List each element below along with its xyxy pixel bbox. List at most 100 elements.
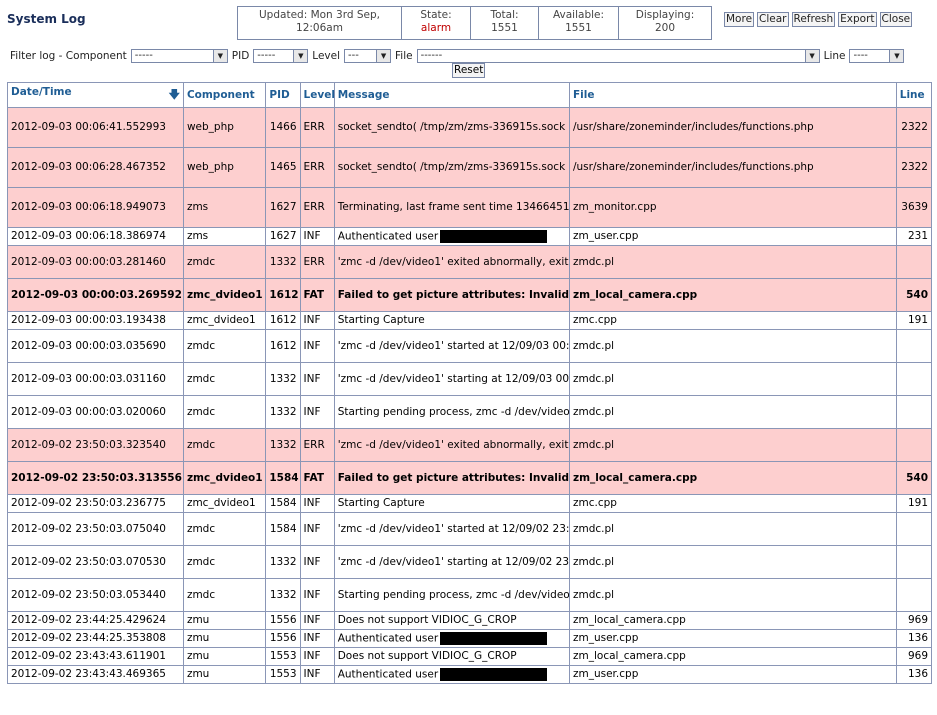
file-select[interactable]: ------ ▼ [416, 49, 820, 63]
cell-file: zmc.cpp [568, 494, 897, 513]
cell-datetime-text: 2012-09-02 23:50:03.236775 [11, 497, 166, 509]
cell-file-text: zm_local_camera.cpp [572, 288, 698, 301]
close-button[interactable]: Close [879, 12, 913, 27]
cell-datetime: 2012-09-03 00:00:03.020060 [7, 395, 184, 429]
cell-datetime: 2012-09-02 23:43:43.469365 [7, 665, 184, 684]
cell-component-text: zmu [186, 668, 210, 680]
cell-component: web_php [182, 147, 267, 188]
cell-file-text: zm_user.cpp [572, 632, 639, 644]
column-header-pid[interactable]: PID [265, 82, 301, 108]
cell-datetime: 2012-09-03 00:00:03.035690 [7, 329, 184, 363]
cell-file-text: zmdc.pl [572, 339, 615, 352]
level-select[interactable]: --- ▼ [344, 49, 392, 63]
page-title: System Log [7, 12, 86, 26]
cell-pid: 1553 [265, 647, 301, 666]
chevron-down-icon: ▼ [889, 50, 904, 62]
status-summary: Updated: Mon 3rd Sep, 12:06am State: ala… [237, 6, 712, 40]
pid-select[interactable]: ----- ▼ [253, 49, 309, 63]
column-header-level[interactable]: Level [299, 82, 335, 108]
cell-component: zmdc [182, 362, 267, 396]
cell-file: zmdc.pl [568, 512, 897, 546]
cell-pid: 1465 [265, 147, 301, 188]
column-header-message[interactable]: Message [333, 82, 570, 108]
cell-message: Authenticated user [333, 629, 570, 648]
updated-time: 12:06am [296, 22, 343, 34]
cell-pid-text: 1584 [269, 522, 297, 535]
reset-button[interactable]: Reset [452, 63, 486, 78]
line-select[interactable]: ---- ▼ [849, 49, 905, 63]
column-header-line[interactable]: Line [895, 82, 933, 108]
cell-pid-text: 1556 [269, 614, 297, 626]
cell-file: zm_local_camera.cpp [568, 461, 897, 495]
cell-message-text: Authenticated user [337, 668, 439, 681]
cell-message-text: 'zmc -d /dev/video1' started at 12/09/03… [337, 339, 570, 352]
cell-component-text: zmc_dvideo1 [186, 471, 263, 484]
cell-level: INF [299, 395, 335, 429]
cell-file-text: zmdc.pl [572, 438, 615, 451]
cell-file-text: zmdc.pl [572, 588, 615, 601]
cell-pid-text: 1332 [269, 405, 297, 418]
cell-component-text: zmc_dvideo1 [186, 288, 263, 301]
column-header-component[interactable]: Component [182, 82, 267, 108]
more-button[interactable]: More [724, 12, 755, 27]
cell-level-text: INF [303, 405, 321, 418]
table-row: 2012-09-03 00:06:28.467352 web_php 1465 ERR… [7, 147, 933, 188]
export-button[interactable]: Export [838, 12, 877, 27]
state-value: alarm [420, 22, 452, 34]
cell-datetime: 2012-09-02 23:50:03.323540 [7, 428, 184, 462]
column-header-file[interactable]: File [568, 82, 897, 108]
cell-datetime-text: 2012-09-03 00:00:03.020060 [11, 405, 166, 418]
cell-level-text: INF [303, 614, 321, 626]
cell-level-text: FAT [303, 288, 324, 301]
cell-message: Failed to get picture attributes: Invali… [333, 461, 570, 495]
cell-datetime-text: 2012-09-02 23:50:03.075040 [11, 522, 166, 535]
redacted-username [440, 229, 548, 243]
refresh-button[interactable]: Refresh [791, 12, 836, 27]
cell-datetime: 2012-09-03 00:06:18.386974 [7, 227, 184, 246]
table-row: 2012-09-02 23:44:25.353808 zmu 1556 INF Auth… [7, 629, 933, 648]
line-filter-label: Line [823, 50, 846, 62]
updated-cell: Updated: Mon 3rd Sep, 12:06am [238, 7, 402, 39]
chevron-down-icon: ▼ [376, 50, 391, 62]
cell-pid: 1332 [265, 578, 301, 612]
available-value: 1551 [565, 22, 592, 34]
table-row: 2012-09-02 23:43:43.469365 zmu 1553 INF Auth… [7, 665, 933, 684]
cell-line: 2322 [895, 107, 933, 148]
total-value: 1551 [491, 22, 518, 34]
cell-file: zmdc.pl [568, 578, 897, 612]
clear-button[interactable]: Clear [757, 12, 789, 27]
action-buttons: More Clear Refresh Export Close [724, 12, 913, 27]
cell-datetime-text: 2012-09-03 00:00:03.269592 [11, 288, 182, 301]
sort-down-arrow-icon[interactable]: 🡇 [169, 86, 180, 105]
cell-pid-text: 1612 [269, 339, 297, 352]
cell-component: zmdc [182, 545, 267, 579]
log-table: Date/Time 🡇 Component PID Level Message F… [7, 82, 933, 684]
cell-datetime: 2012-09-03 00:00:03.193438 [7, 311, 184, 330]
cell-level-text: ERR [303, 161, 325, 173]
cell-file-text: zmdc.pl [572, 555, 615, 568]
pid-filter-label: PID [231, 50, 250, 62]
column-header-datetime[interactable]: Date/Time 🡇 [7, 82, 184, 108]
cell-message: Authenticated user [333, 227, 570, 246]
cell-line-text: 2322 [901, 121, 928, 133]
cell-line-text: 540 [906, 288, 928, 301]
cell-component: zmdc [182, 329, 267, 363]
cell-level-text: INF [303, 650, 321, 662]
cell-level-text: INF [303, 522, 321, 535]
cell-level-text: ERR [303, 121, 325, 133]
cell-line-text: 540 [906, 471, 928, 484]
cell-pid: 1612 [265, 329, 301, 363]
level-filter-label: Level [312, 50, 341, 62]
cell-message: 'zmc -d /dev/video1' exited abnormally, … [333, 428, 570, 462]
cell-level: INF [299, 611, 335, 630]
cell-component: zmc_dvideo1 [182, 494, 267, 513]
cell-datetime: 2012-09-03 00:06:41.552993 [7, 107, 184, 148]
cell-component: zmdc [182, 428, 267, 462]
cell-pid-text: 1612 [269, 314, 297, 326]
cell-datetime-text: 2012-09-03 00:06:28.467352 [11, 161, 166, 173]
cell-component-text: zmu [186, 650, 210, 662]
table-row: 2012-09-03 00:00:03.281460 zmdc 1332 ERR 'zm… [7, 245, 933, 279]
component-select[interactable]: ----- ▼ [130, 49, 228, 63]
cell-pid: 1627 [265, 227, 301, 246]
cell-level-text: INF [303, 668, 321, 680]
